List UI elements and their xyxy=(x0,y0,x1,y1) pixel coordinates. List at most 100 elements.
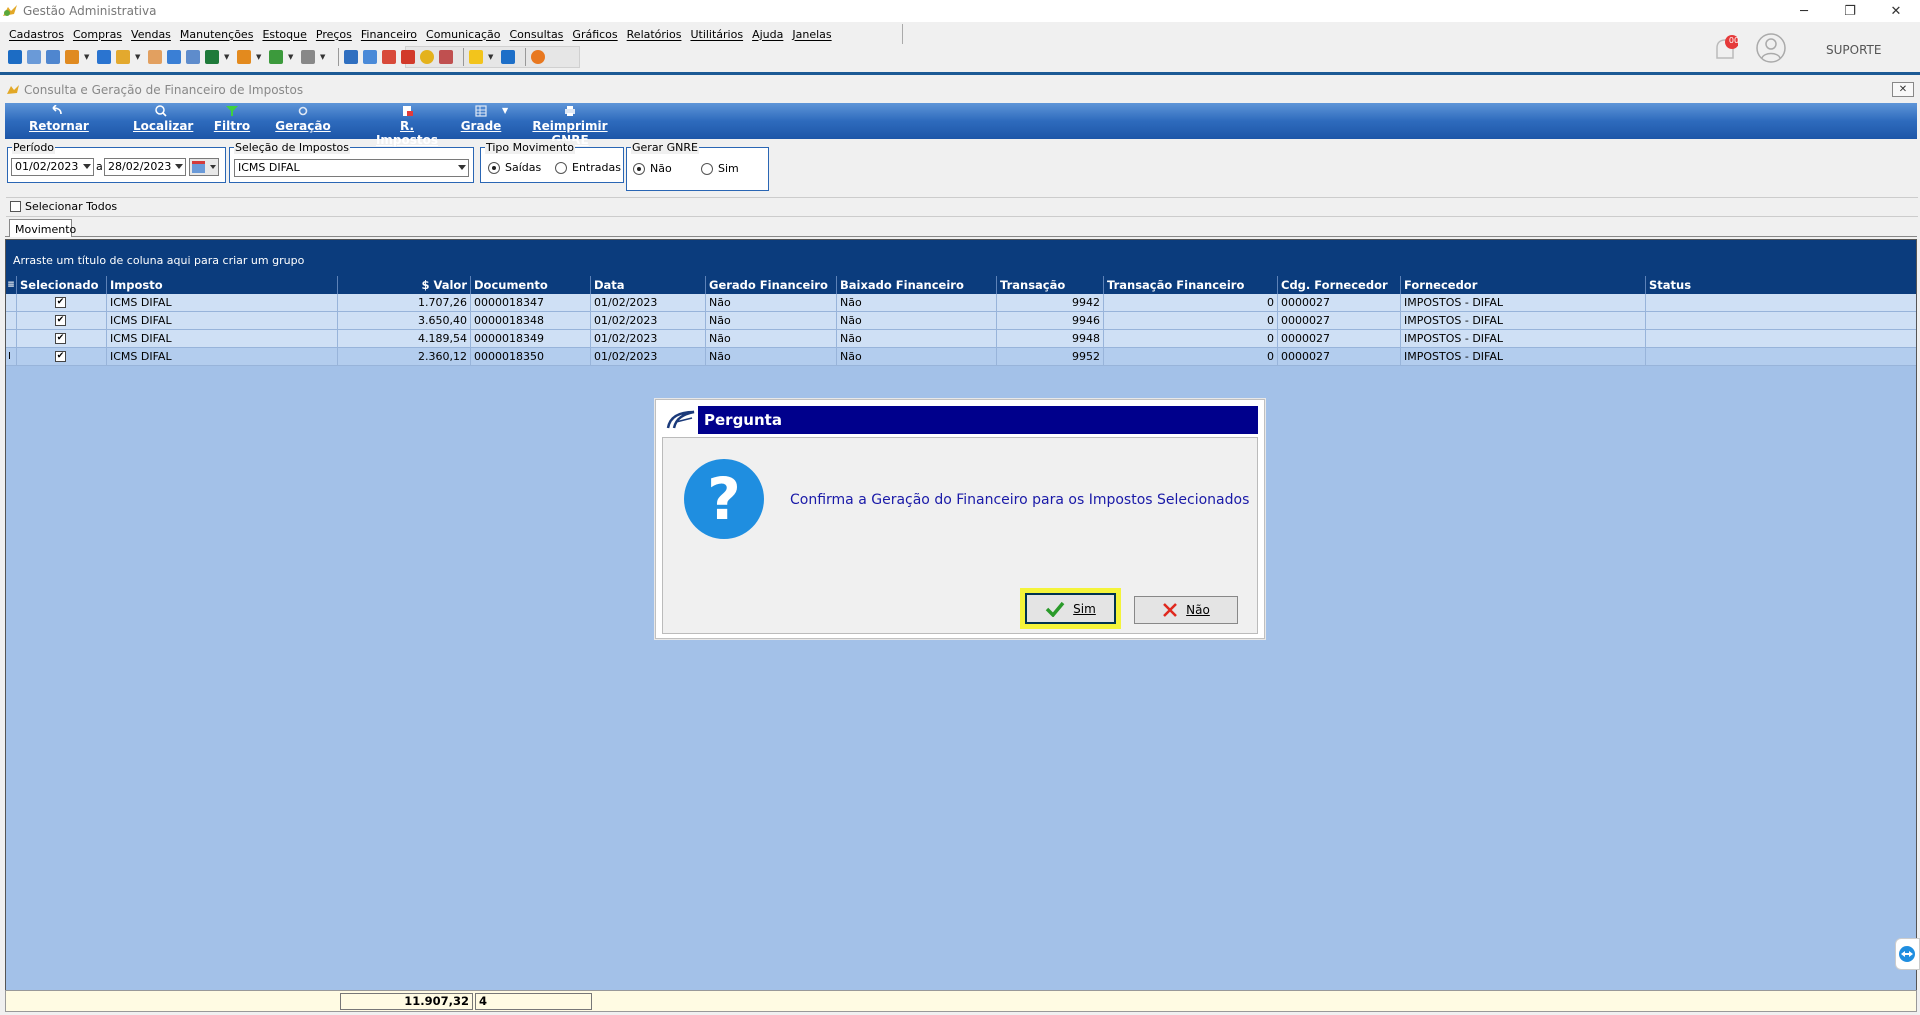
col-status[interactable]: Status xyxy=(1646,276,1916,294)
menu-comunicacao[interactable]: Comunicação xyxy=(426,28,500,41)
cart-icon[interactable] xyxy=(205,50,219,64)
grade-dropdown-icon[interactable]: ▼ xyxy=(502,106,508,115)
col-transacao[interactable]: Transação xyxy=(997,276,1104,294)
col-valor[interactable]: $ Valor xyxy=(338,276,471,294)
search-doc-icon[interactable] xyxy=(439,50,453,64)
table-row[interactable]: ✔ ICMS DIFAL 1.707,26 0000018347 01/02/2… xyxy=(6,294,1916,312)
report-icon[interactable] xyxy=(401,50,415,64)
menu-consultas[interactable]: Consultas xyxy=(509,28,563,41)
radio-entradas-circle[interactable] xyxy=(555,161,567,174)
col-selecionado[interactable]: Selecionado xyxy=(17,276,107,294)
row-checkbox[interactable]: ✔ xyxy=(55,297,66,308)
cell-selecionado[interactable]: ✔ xyxy=(17,312,107,330)
radio-saidas[interactable]: Saídas xyxy=(488,161,541,174)
cell-selecionado[interactable]: ✔ xyxy=(17,348,107,366)
star-icon[interactable] xyxy=(469,50,483,64)
sim-button[interactable]: Sim xyxy=(1025,593,1116,624)
tag-icon[interactable] xyxy=(237,50,251,64)
localizar-button[interactable]: Localizar xyxy=(133,105,193,137)
child-close-button[interactable]: ✕ xyxy=(1892,82,1914,97)
radio-nao[interactable]: Não xyxy=(633,162,672,175)
chevron-down-icon[interactable]: ▼ xyxy=(256,53,264,61)
table-row[interactable]: ✔ ICMS DIFAL 3.650,40 0000018348 01/02/2… xyxy=(6,312,1916,330)
row-checkbox[interactable]: ✔ xyxy=(55,315,66,326)
row-checkbox[interactable]: ✔ xyxy=(55,351,66,362)
grid-icon[interactable] xyxy=(363,50,377,64)
chevron-down-icon[interactable]: ▼ xyxy=(288,53,296,61)
calculator-icon[interactable] xyxy=(167,50,181,64)
col-data[interactable]: Data xyxy=(591,276,706,294)
list-icon[interactable] xyxy=(186,50,200,64)
col-fornecedor[interactable]: Fornecedor xyxy=(1401,276,1646,294)
menu-compras[interactable]: Compras xyxy=(73,28,122,41)
sort-icon[interactable] xyxy=(65,50,79,64)
truck-icon[interactable] xyxy=(269,50,283,64)
chart-icon[interactable] xyxy=(27,50,41,64)
chevron-down-icon[interactable]: ▼ xyxy=(320,53,328,61)
user-avatar-icon[interactable] xyxy=(1755,32,1787,64)
selecionar-todos-checkbox[interactable] xyxy=(10,201,21,212)
row-checkbox[interactable]: ✔ xyxy=(55,333,66,344)
restore-button[interactable]: ❐ xyxy=(1827,0,1873,22)
calendar-picker-button[interactable] xyxy=(189,158,219,176)
document-icon[interactable] xyxy=(97,50,111,64)
group-by-panel[interactable]: Arraste um título de coluna aqui para cr… xyxy=(6,240,1916,276)
radio-entradas[interactable]: Entradas xyxy=(555,161,621,174)
reimprimir-gnre-button[interactable]: Reimprimir GNRE xyxy=(515,105,625,147)
cell-selecionado[interactable]: ✔ xyxy=(17,294,107,312)
chevron-down-icon[interactable]: ▼ xyxy=(84,53,92,61)
info-icon[interactable] xyxy=(501,50,515,64)
col-documento[interactable]: Documento xyxy=(471,276,591,294)
table-row-selected[interactable]: I ✔ ICMS DIFAL 2.360,12 0000018350 01/02… xyxy=(6,348,1916,366)
geracao-button[interactable]: Geração xyxy=(275,105,331,137)
user-name[interactable]: SUPORTE xyxy=(1826,43,1881,57)
col-imposto[interactable]: Imposto xyxy=(107,276,338,294)
column-chooser-icon[interactable]: ≡ xyxy=(6,276,17,294)
grade-button[interactable]: Grade xyxy=(460,105,502,137)
menu-cadastros[interactable]: Cadastros xyxy=(9,28,64,41)
print-icon[interactable] xyxy=(301,50,315,64)
col-transacao-financeiro[interactable]: Transação Financeiro xyxy=(1104,276,1278,294)
box-icon[interactable] xyxy=(116,50,130,64)
selecao-impostos-select[interactable]: ICMS DIFAL xyxy=(234,159,469,177)
data-fim-field[interactable]: 28/02/2023 xyxy=(104,158,186,176)
date-icon[interactable] xyxy=(382,50,396,64)
menu-utilitarios[interactable]: Utilitários xyxy=(690,28,743,41)
remote-support-tab[interactable] xyxy=(1895,938,1920,970)
table-row[interactable]: ✔ ICMS DIFAL 4.189,54 0000018349 01/02/2… xyxy=(6,330,1916,348)
chevron-down-icon[interactable]: ▼ xyxy=(224,53,232,61)
menu-janelas[interactable]: Janelas xyxy=(792,28,831,41)
folder-icon[interactable] xyxy=(8,50,22,64)
minimize-button[interactable]: ─ xyxy=(1781,0,1827,22)
col-baixado-financeiro[interactable]: Baixado Financeiro xyxy=(837,276,997,294)
menu-relatorios[interactable]: Relatórios xyxy=(627,28,682,41)
radio-nao-circle[interactable] xyxy=(633,162,645,175)
chevron-down-icon[interactable]: ▼ xyxy=(135,53,143,61)
tab-movimento[interactable]: Movimento xyxy=(9,219,76,237)
col-gerado-financeiro[interactable]: Gerado Financeiro xyxy=(706,276,837,294)
filtro-button[interactable]: Filtro xyxy=(212,105,252,137)
calendar-icon[interactable] xyxy=(344,50,358,64)
retornar-button[interactable]: Retornar xyxy=(29,105,89,137)
coin-icon[interactable] xyxy=(420,50,434,64)
menu-estoque[interactable]: Estoque xyxy=(262,28,306,41)
menu-precos[interactable]: Preços xyxy=(316,28,352,41)
menu-vendas[interactable]: Vendas xyxy=(131,28,171,41)
menu-ajuda[interactable]: Ajuda xyxy=(752,28,783,41)
radio-saidas-circle[interactable] xyxy=(488,161,500,174)
selecionar-todos[interactable]: Selecionar Todos xyxy=(10,200,117,213)
menu-manutencoes[interactable]: Manutenções xyxy=(180,28,254,41)
menu-financeiro[interactable]: Financeiro xyxy=(361,28,417,41)
user-icon[interactable] xyxy=(148,50,162,64)
col-cdg-fornecedor[interactable]: Cdg. Fornecedor xyxy=(1278,276,1401,294)
radio-sim[interactable]: Sim xyxy=(701,162,739,175)
r-impostos-button[interactable]: R. Impostos xyxy=(367,105,447,147)
chevron-down-icon[interactable]: ▼ xyxy=(488,53,496,61)
close-window-button[interactable]: ✕ xyxy=(1873,0,1919,22)
data-inicio-field[interactable]: 01/02/2023 xyxy=(11,158,94,176)
power-icon[interactable] xyxy=(531,50,545,64)
cell-selecionado[interactable]: ✔ xyxy=(17,330,107,348)
card-icon[interactable] xyxy=(46,50,60,64)
menu-graficos[interactable]: Gráficos xyxy=(572,28,617,41)
radio-sim-circle[interactable] xyxy=(701,162,713,175)
